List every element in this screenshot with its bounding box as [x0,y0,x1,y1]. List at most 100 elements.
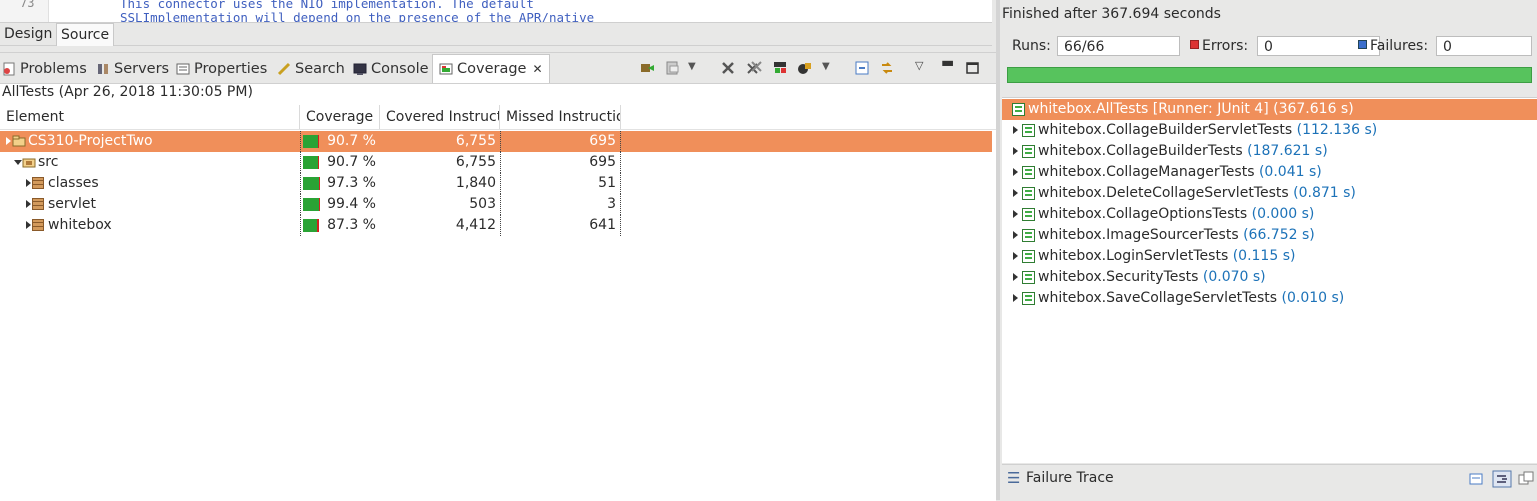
test-name: whitebox.AllTests [Runner: JUnit 4] [1028,101,1269,117]
filter-trace-icon[interactable] [1468,471,1484,487]
chevron-right-icon[interactable] [26,179,31,187]
element-name: src [38,152,58,173]
test-passed-icon [1022,187,1035,200]
column-separator [620,215,621,236]
chevron-right-icon[interactable] [1013,168,1018,176]
servers-icon [96,62,110,76]
test-class-row[interactable]: whitebox.CollageManagerTests (0.041 s) [1002,162,1537,183]
tab-source[interactable]: Source [56,23,114,46]
test-class-row[interactable]: whitebox.ImageSourcerTests (66.752 s) [1002,225,1537,246]
tab-design[interactable]: Design [0,23,56,45]
coverage-row[interactable]: servlet99.4 %5033 [0,194,992,215]
coverage-row[interactable]: classes97.3 %1,84051 [0,173,992,194]
test-class-row[interactable]: whitebox.CollageBuilderTests (187.621 s) [1002,141,1537,162]
element-name: classes [48,173,99,194]
chevron-right-icon[interactable] [1013,294,1018,302]
chevron-right-icon[interactable] [1013,273,1018,281]
view-menu-icon[interactable]: ▽ [915,59,923,72]
chevron-right-icon[interactable] [1013,189,1018,197]
test-passed-icon [1022,124,1035,137]
coverage-row[interactable]: CS310-ProjectTwo90.7 %6,755695 [0,131,992,152]
tab-properties-label: Properties [194,58,267,80]
chevron-right-icon[interactable] [1013,126,1018,134]
coverage-table-header: Element Coverage Covered Instructions Mi… [0,105,996,130]
test-class-row[interactable]: whitebox.SaveCollageServletTests (0.010 … [1002,288,1537,309]
relaunch-coverage-icon[interactable] [639,60,655,76]
remove-all-sessions-icon[interactable] [746,60,762,76]
errors-label-text: Errors: [1202,38,1248,54]
coverage-percent: 99.4 % [300,194,376,215]
coverage-percent: 90.7 % [300,131,376,152]
merge-sessions-icon[interactable] [772,60,788,76]
dump-execution-data-icon[interactable] [797,60,813,76]
test-class-row[interactable]: whitebox.CollageBuilderServletTests (112… [1002,120,1537,141]
tab-servers[interactable]: Servers [96,58,169,80]
chevron-down-icon[interactable]: ▼ [688,61,696,72]
coverage-session-label: AllTests (Apr 26, 2018 11:30:05 PM) [2,84,253,100]
chevron-right-icon[interactable] [1013,252,1018,260]
column-coverage[interactable]: Coverage [300,105,380,129]
failures-value: 0 [1436,36,1532,56]
select-session-icon[interactable] [665,60,681,76]
test-name: whitebox.SecurityTests [1038,269,1198,285]
chevron-right-icon[interactable] [1013,210,1018,218]
properties-icon [176,62,190,76]
test-name: whitebox.CollageOptionsTests [1038,206,1247,222]
chevron-down-icon[interactable] [14,160,22,165]
remove-session-icon[interactable] [720,60,736,76]
minimize-icon[interactable]: ▬ [941,55,954,71]
problems-icon [2,62,16,76]
test-duration: (0.010 s) [1277,290,1344,306]
close-icon[interactable]: ✕ [532,55,542,83]
chevron-right-icon[interactable] [26,221,31,229]
copy-trace-icon[interactable] [1518,471,1534,487]
column-separator [620,173,621,194]
missed-count: 695 [500,131,616,152]
coverage-percent: 97.3 % [300,173,376,194]
chevron-right-icon[interactable] [26,200,31,208]
view-tab-bar: Problems Servers Properties Search Conso… [0,53,996,84]
maximize-icon[interactable] [965,60,981,76]
test-name: whitebox.SaveCollageServletTests [1038,290,1277,306]
tab-coverage[interactable]: Coverage ✕ [432,54,550,83]
package-icon [32,219,44,231]
coverage-row[interactable]: whitebox87.3 %4,412641 [0,215,992,236]
test-class-row[interactable]: whitebox.LoginServletTests (0.115 s) [1002,246,1537,267]
test-class-row[interactable]: whitebox.CollageOptionsTests (0.000 s) [1002,204,1537,225]
element-name: CS310-ProjectTwo [28,131,153,152]
collapse-all-icon[interactable] [854,60,870,76]
column-element[interactable]: Element [0,105,300,129]
chevron-down-icon[interactable]: ▼ [822,61,830,72]
package-icon [32,198,44,210]
search-icon [277,62,291,76]
source-editor[interactable]: 73 This connector uses the NIO implement… [0,0,992,23]
test-duration: (187.621 s) [1243,143,1328,159]
column-separator [620,152,621,173]
compare-result-icon[interactable] [1492,470,1512,488]
link-with-editor-icon[interactable] [879,60,895,76]
console-icon [353,62,367,76]
test-duration: (0.000 s) [1247,206,1314,222]
tab-console[interactable]: Console [353,58,429,80]
junit-view-panel: Finished after 367.694 seconds Runs: 66/… [1000,0,1537,500]
column-covered-instructions[interactable]: Covered Instructions [380,105,500,129]
chevron-right-icon[interactable] [1013,231,1018,239]
tab-problems[interactable]: Problems [2,58,87,80]
column-separator [620,194,621,215]
tab-properties[interactable]: Properties [176,58,267,80]
test-class-row[interactable]: whitebox.DeleteCollageServletTests (0.87… [1002,183,1537,204]
column-separator [620,131,621,152]
column-missed-instructions[interactable]: Missed Instructions [500,105,621,129]
test-passed-icon [1022,229,1035,242]
chevron-right-icon[interactable] [6,137,11,145]
chevron-right-icon[interactable] [1013,147,1018,155]
coverage-row[interactable]: src90.7 %6,755695 [0,152,992,173]
tab-coverage-label: Coverage [457,55,526,83]
errors-label: Errors: [1190,38,1248,54]
test-suite-root[interactable]: whitebox.AllTests [Runner: JUnit 4] (367… [1002,99,1537,120]
test-tree[interactable]: whitebox.AllTests [Runner: JUnit 4] (367… [1002,97,1537,463]
test-class-row[interactable]: whitebox.SecurityTests (0.070 s) [1002,267,1537,288]
test-passed-icon [1022,145,1035,158]
tab-search[interactable]: Search [277,58,345,80]
junit-status-text: Finished after 367.694 seconds [1002,6,1221,22]
